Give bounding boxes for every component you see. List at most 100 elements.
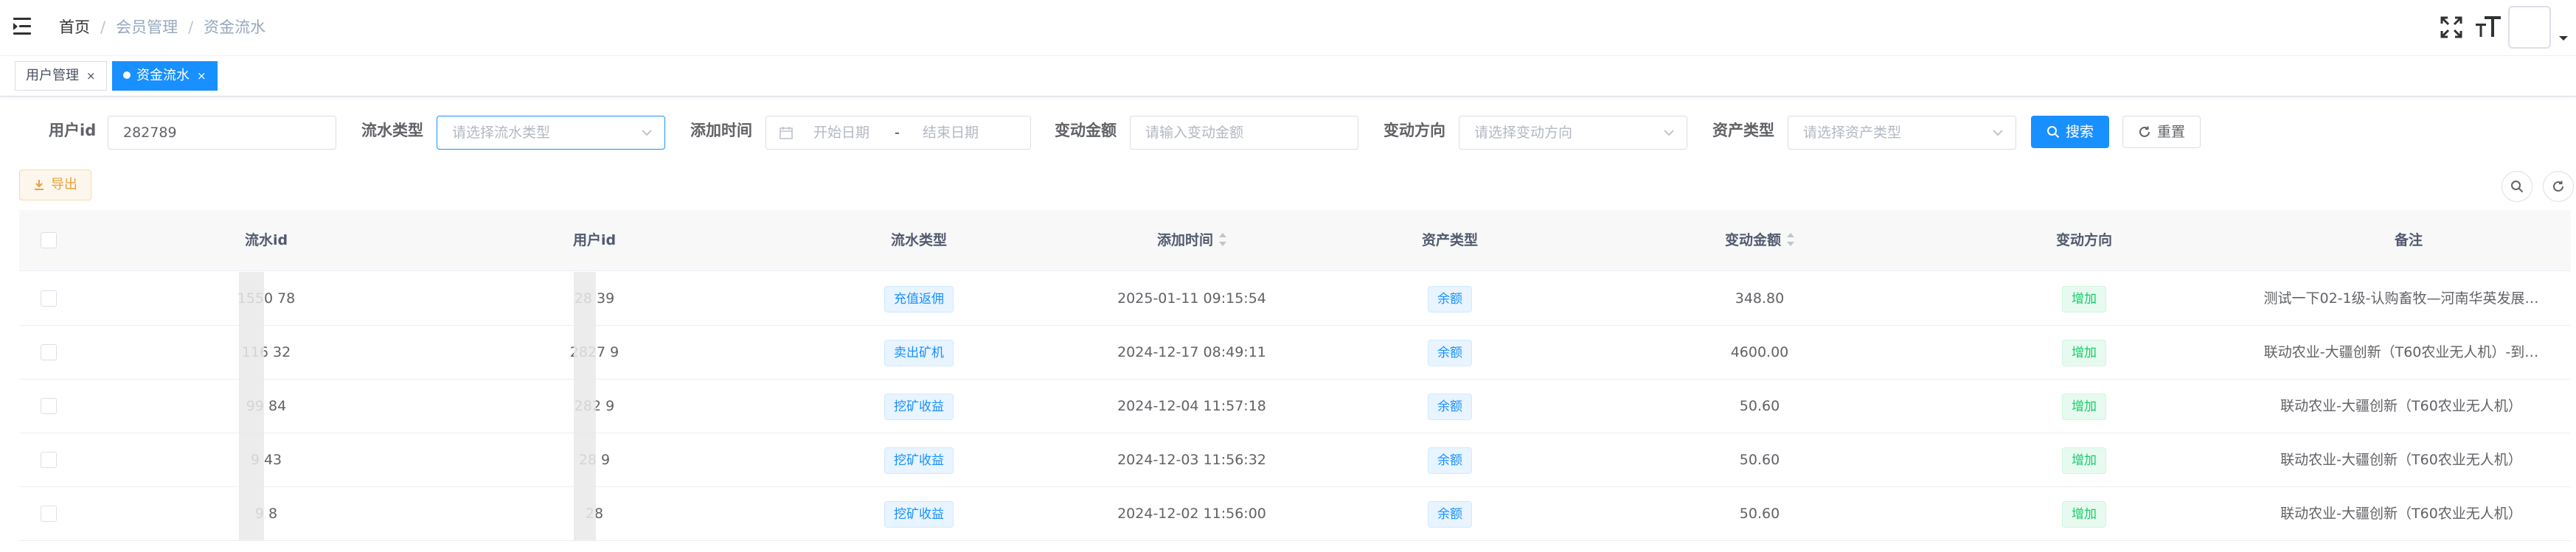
start-date-placeholder[interactable]: 开始日期 <box>813 116 869 149</box>
chevron-down-icon <box>642 130 652 136</box>
flow-type-tag: 卖出矿机 <box>884 339 954 366</box>
row-checkbox[interactable] <box>41 506 57 522</box>
row-checkbox[interactable] <box>41 344 57 360</box>
avatar[interactable] <box>2508 6 2551 49</box>
cell-amount: 348.80 <box>1735 290 1785 307</box>
sort-icon[interactable] <box>1219 233 1226 246</box>
cell-asset-type: 余额 <box>1302 380 1597 433</box>
reset-button[interactable]: 重置 <box>2122 116 2201 148</box>
cell-amount: 4600.00 <box>1730 344 1789 360</box>
asset-type-select[interactable]: 请选择资产类型 <box>1788 116 2016 150</box>
end-date-placeholder[interactable]: 结束日期 <box>923 116 979 149</box>
chevron-down-icon <box>1993 130 2003 136</box>
calendar-icon <box>780 127 793 139</box>
caret-down-icon[interactable] <box>2557 34 2570 43</box>
navbar: 首页 / 会员管理 / 资金流水 <box>0 0 2576 56</box>
header-amount[interactable]: 变动金额 <box>1597 210 1922 271</box>
cell-direction: 增加 <box>1922 272 2246 326</box>
tab-user-management[interactable]: 用户管理 × <box>15 61 107 91</box>
header-add-time-label: 添加时间 <box>1156 232 1213 248</box>
active-dot-icon <box>123 71 131 79</box>
direction-tag: 增加 <box>2062 285 2106 312</box>
hamburger-icon[interactable] <box>13 18 34 37</box>
table-row: 9 4328 9挖矿收益2024-12-03 11:56:32余额50.60增加… <box>19 433 2571 487</box>
privacy-blur <box>574 487 596 541</box>
user-id-input[interactable]: 282789 <box>108 116 336 150</box>
toggle-search-button[interactable] <box>2502 171 2532 202</box>
direction-placeholder: 请选择变动方向 <box>1474 125 1573 141</box>
flow-type-select[interactable]: 请选择流水类型 <box>437 116 665 150</box>
privacy-blur <box>239 326 264 380</box>
breadcrumb-separator: / <box>100 18 106 36</box>
cell-direction: 增加 <box>1922 326 2246 380</box>
cell-add-time: 2024-12-04 11:57:18 <box>1117 398 1266 414</box>
amount-label: 变动金额 <box>1055 122 1117 139</box>
privacy-blur <box>239 487 264 541</box>
tab-fund-flow[interactable]: 资金流水 × <box>112 61 218 91</box>
select-all-checkbox[interactable] <box>41 232 57 248</box>
date-range-picker[interactable]: 开始日期 - 结束日期 <box>765 116 1031 150</box>
search-button-label: 搜索 <box>2066 124 2094 140</box>
cell-amount: 50.60 <box>1739 452 1780 468</box>
flow-type-placeholder: 请选择流水类型 <box>452 125 551 141</box>
refresh-table-button[interactable] <box>2543 171 2574 202</box>
close-icon[interactable]: × <box>197 69 206 83</box>
breadcrumb-home[interactable]: 首页 <box>59 18 90 36</box>
search-button[interactable]: 搜索 <box>2031 116 2110 148</box>
privacy-blur <box>574 326 596 380</box>
cell-remark: 联动农业-大疆创新（T60农业无人机） <box>2280 506 2522 522</box>
direction-tag: 增加 <box>2062 447 2106 474</box>
amount-input[interactable]: 请输入变动金额 <box>1130 116 1358 150</box>
row-checkbox[interactable] <box>41 290 57 307</box>
row-checkbox[interactable] <box>41 452 57 468</box>
asset-type-placeholder: 请选择资产类型 <box>1803 125 1902 141</box>
date-range-separator: - <box>895 125 900 141</box>
tab-label: 用户管理 <box>26 68 79 83</box>
cell-flow-type: 挖矿收益 <box>757 487 1081 541</box>
tab-label: 资金流水 <box>136 68 190 83</box>
add-time-label: 添加时间 <box>690 122 752 139</box>
header-add-time[interactable]: 添加时间 <box>1081 210 1302 271</box>
flow-type-tag: 充值返佣 <box>884 285 954 312</box>
table-row: 116 322827 9卖出矿机2024-12-17 08:49:11余额460… <box>19 326 2571 380</box>
cell-remark: 测试一下02-1级-认购畜牧—河南华英发展… <box>2263 290 2539 307</box>
asset-tag: 余额 <box>1428 285 1472 312</box>
export-button-label: 导出 <box>51 177 77 192</box>
privacy-blur <box>239 380 264 433</box>
asset-tag: 余额 <box>1428 393 1472 420</box>
table-row: 99 84282 9挖矿收益2024-12-04 11:57:18余额50.60… <box>19 380 2571 433</box>
table-row: 9 828 挖矿收益2024-12-02 11:56:00余额50.60增加联动… <box>19 487 2571 541</box>
cell-flow-type: 充值返佣 <box>757 272 1081 326</box>
asset-tag: 余额 <box>1428 500 1472 528</box>
cell-asset-type: 余额 <box>1302 487 1597 541</box>
export-button[interactable]: 导出 <box>19 170 91 200</box>
direction-label: 变动方向 <box>1384 122 1445 139</box>
amount-placeholder: 请输入变动金额 <box>1145 125 1244 141</box>
asset-type-label: 资产类型 <box>1712 122 1774 139</box>
asset-tag: 余额 <box>1428 447 1472 474</box>
fullscreen-icon[interactable] <box>2439 15 2464 40</box>
sort-icon[interactable] <box>1787 233 1794 246</box>
header-remark: 备注 <box>2394 232 2423 248</box>
close-icon[interactable]: × <box>86 69 96 83</box>
row-checkbox[interactable] <box>41 398 57 414</box>
cell-remark: 联动农业-大疆创新（T60农业无人机）-到… <box>2263 344 2539 360</box>
direction-tag: 增加 <box>2062 500 2106 528</box>
chevron-down-icon <box>1664 130 1674 136</box>
privacy-blur <box>239 433 264 487</box>
cell-add-time: 2024-12-17 08:49:11 <box>1117 344 1266 360</box>
cell-direction: 增加 <box>1922 487 2246 541</box>
direction-select[interactable]: 请选择变动方向 <box>1459 116 1687 150</box>
cell-remark: 联动农业-大疆创新（T60农业无人机） <box>2280 398 2522 414</box>
user-id-value: 282789 <box>123 125 177 141</box>
asset-tag: 余额 <box>1428 339 1472 366</box>
breadcrumb-current: 资金流水 <box>204 18 266 36</box>
cell-asset-type: 余额 <box>1302 433 1597 487</box>
text-size-icon[interactable] <box>2474 13 2502 40</box>
flow-type-tag: 挖矿收益 <box>884 393 954 420</box>
search-icon <box>2511 181 2524 193</box>
cell-add-time: 2024-12-02 11:56:00 <box>1117 506 1266 522</box>
tags-view: 用户管理 × 资金流水 × <box>0 57 2576 97</box>
cell-amount: 50.60 <box>1739 398 1780 414</box>
header-user-id: 用户id <box>572 232 617 248</box>
